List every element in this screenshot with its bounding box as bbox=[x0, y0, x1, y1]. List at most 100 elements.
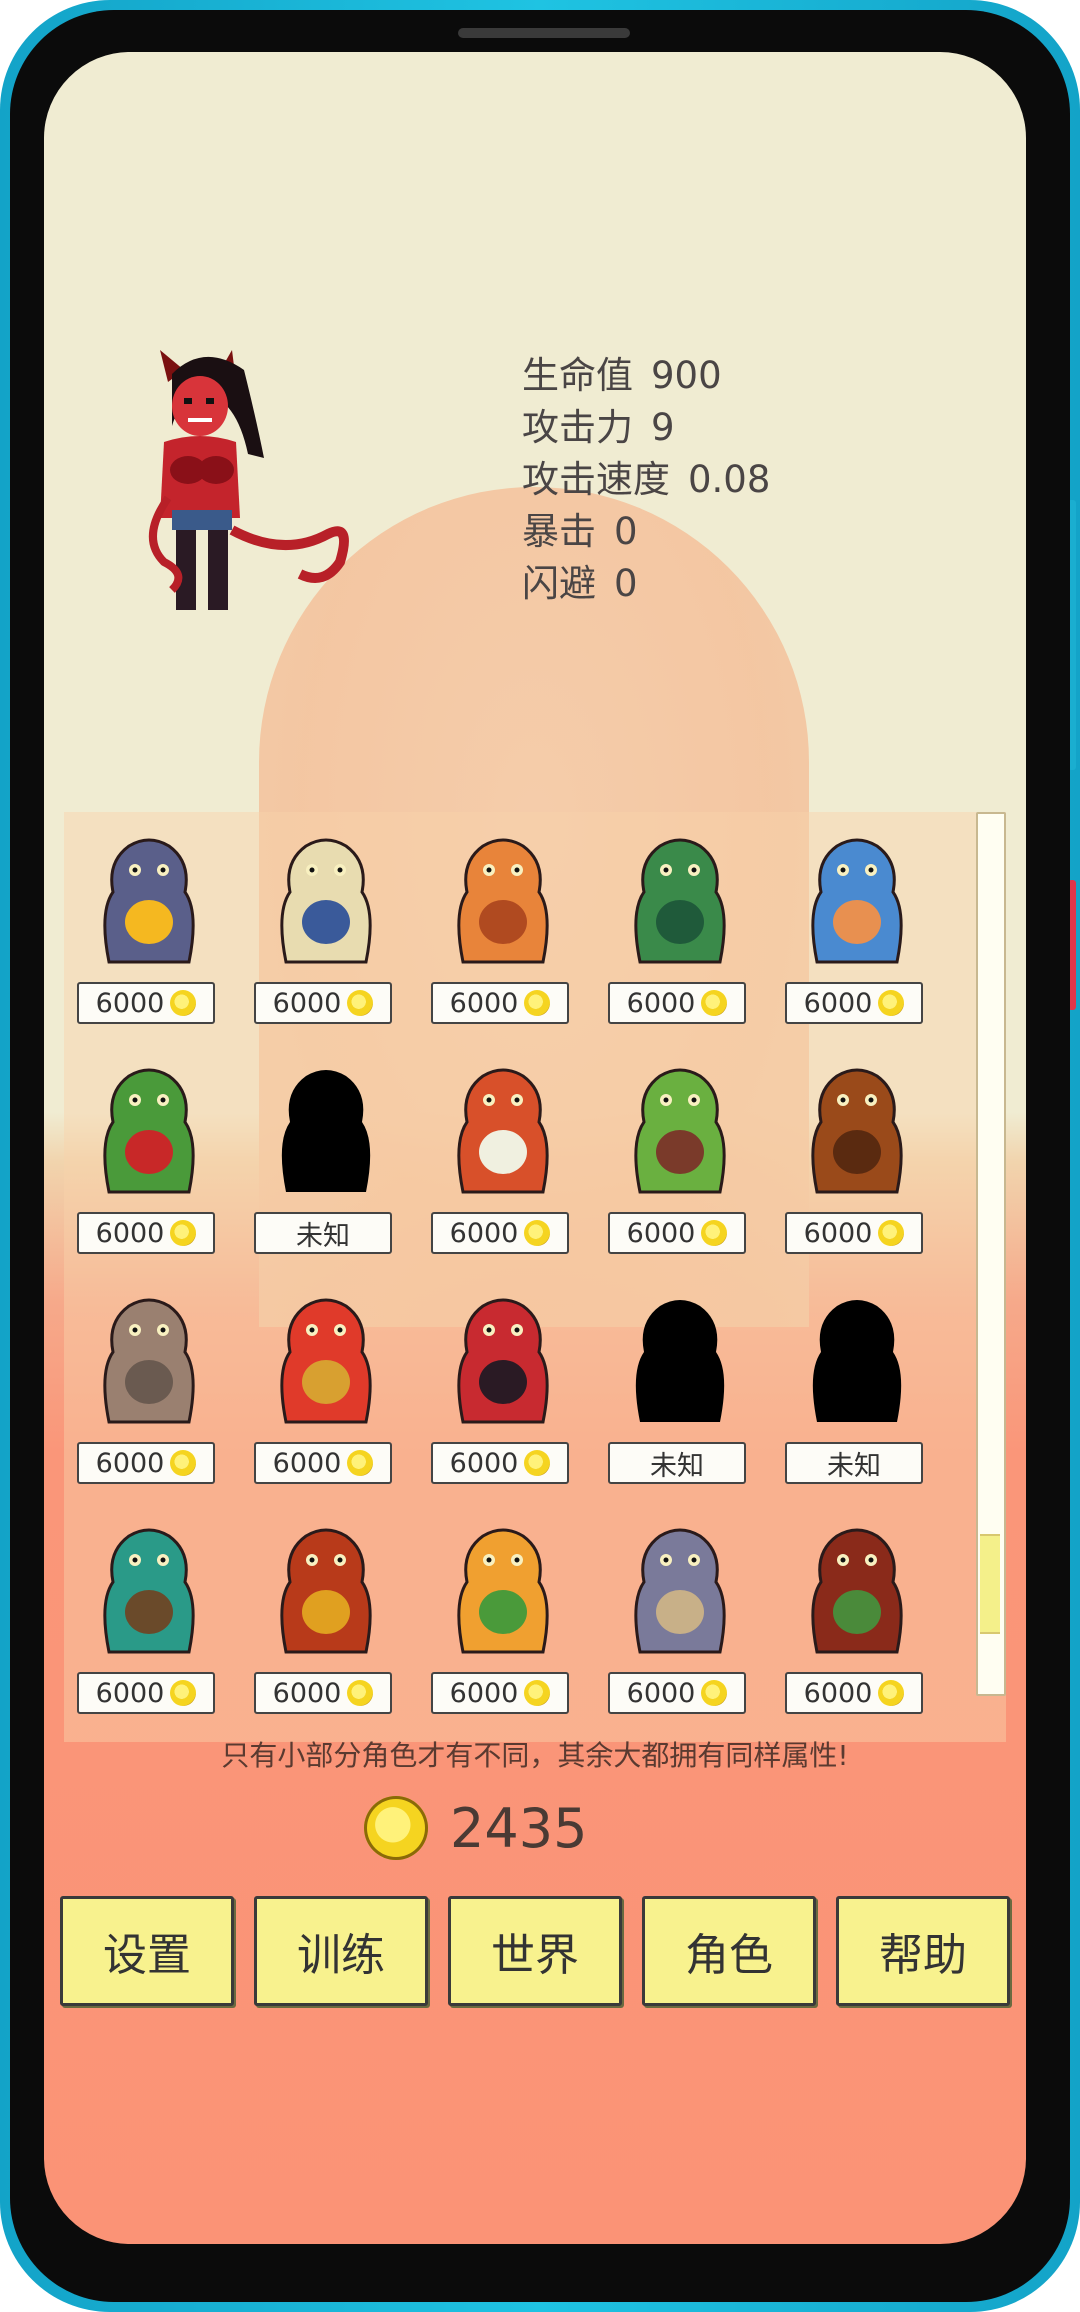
price-tag[interactable]: 6000 bbox=[254, 982, 392, 1024]
character-card[interactable]: 6000 bbox=[428, 1512, 578, 1734]
price-text: 未知 bbox=[296, 1220, 350, 1252]
price-text: 6000 bbox=[803, 987, 873, 1019]
price-tag[interactable]: 未知 bbox=[608, 1442, 746, 1484]
stat-label: 暴击 bbox=[522, 510, 596, 553]
gold-coin-icon bbox=[524, 1220, 551, 1246]
price-tag[interactable]: 6000 bbox=[431, 982, 569, 1024]
character-card[interactable]: 6000 bbox=[428, 1282, 578, 1504]
stat-attack: 攻击力 9 bbox=[522, 402, 942, 454]
gold-coin-icon bbox=[701, 1680, 728, 1706]
character-card[interactable]: 6000 bbox=[605, 1052, 755, 1274]
price-tag[interactable]: 6000 bbox=[77, 1212, 215, 1254]
character-card[interactable]: 6000 bbox=[74, 822, 224, 1044]
stat-hp: 生命值 900 bbox=[522, 350, 942, 402]
red-dragon-sprite bbox=[457, 1068, 549, 1194]
character-card[interactable]: 6000 bbox=[251, 822, 401, 1044]
price-text: 6000 bbox=[95, 1677, 165, 1709]
info-note: 只有小部分角色才有不同，其余大都拥有同样属性! bbox=[221, 1739, 849, 1772]
price-tag[interactable]: 6000 bbox=[77, 982, 215, 1024]
character-button[interactable]: 角色 bbox=[642, 1896, 816, 2006]
gold-amount: 2435 bbox=[450, 1796, 588, 1860]
rock-golem-sprite bbox=[103, 1298, 195, 1424]
price-text: 未知 bbox=[827, 1450, 881, 1482]
character-card[interactable]: 6000 bbox=[782, 1052, 932, 1274]
price-tag[interactable]: 6000 bbox=[785, 982, 923, 1024]
succubus-hero-sprite bbox=[148, 350, 349, 610]
gold-coin-icon bbox=[524, 990, 551, 1016]
character-card[interactable]: 未知 bbox=[782, 1282, 932, 1504]
gold-display: 2435 bbox=[364, 1792, 587, 1864]
character-card[interactable]: 未知 bbox=[605, 1282, 755, 1504]
stat-value: 0 bbox=[614, 562, 638, 605]
price-tag[interactable]: 6000 bbox=[254, 1442, 392, 1484]
price-tag[interactable]: 未知 bbox=[785, 1442, 923, 1484]
gold-coin-icon bbox=[524, 1680, 551, 1706]
training-button[interactable]: 训练 bbox=[254, 1896, 428, 2006]
price-tag[interactable]: 6000 bbox=[431, 1672, 569, 1714]
price-tag[interactable]: 6000 bbox=[254, 1672, 392, 1714]
price-tag[interactable]: 6000 bbox=[431, 1212, 569, 1254]
stat-label: 攻击速度 bbox=[522, 458, 670, 501]
price-text: 6000 bbox=[95, 1447, 165, 1479]
character-card[interactable]: 6000 bbox=[605, 1512, 755, 1734]
minotaur-sprite bbox=[811, 1068, 903, 1194]
world-button[interactable]: 世界 bbox=[448, 1896, 622, 2006]
gold-coin-icon bbox=[878, 1680, 905, 1706]
eye-octopus-sprite bbox=[103, 838, 195, 964]
price-text: 6000 bbox=[803, 1217, 873, 1249]
character-card[interactable]: 6000 bbox=[251, 1512, 401, 1734]
character-card[interactable]: 6000 bbox=[782, 822, 932, 1044]
price-text: 6000 bbox=[803, 1677, 873, 1709]
stat-attack-speed: 攻击速度 0.08 bbox=[522, 454, 942, 506]
price-tag[interactable]: 6000 bbox=[785, 1212, 923, 1254]
game-screen: 生命值 900 攻击力 9 攻击速度 0.08 暴击 0 闪避 0 6000 6000 600… bbox=[44, 52, 1026, 2244]
price-tag[interactable]: 6000 bbox=[77, 1672, 215, 1714]
price-text: 6000 bbox=[272, 987, 342, 1019]
price-tag[interactable]: 6000 bbox=[77, 1442, 215, 1484]
character-card[interactable]: 6000 bbox=[74, 1282, 224, 1504]
stat-label: 攻击力 bbox=[522, 406, 633, 449]
price-tag[interactable]: 6000 bbox=[431, 1442, 569, 1484]
gold-coin-icon bbox=[878, 990, 905, 1016]
gold-coin-icon bbox=[701, 990, 728, 1016]
goblin-boar-rider-sprite bbox=[634, 1068, 726, 1194]
price-text: 6000 bbox=[449, 1677, 519, 1709]
gold-coin-icon bbox=[701, 1220, 728, 1246]
gold-coin-icon bbox=[878, 1220, 905, 1246]
stat-value: 9 bbox=[651, 406, 675, 449]
unknown-silhouette bbox=[635, 1300, 725, 1422]
stat-value: 900 bbox=[651, 354, 722, 397]
gold-coin-icon bbox=[170, 1220, 197, 1246]
price-tag[interactable]: 6000 bbox=[608, 1212, 746, 1254]
grid-scrollbar[interactable] bbox=[976, 812, 1006, 1696]
character-card[interactable]: 6000 bbox=[74, 1512, 224, 1734]
gold-coin-icon bbox=[170, 990, 197, 1016]
character-card[interactable]: 未知 bbox=[251, 1052, 401, 1274]
price-tag[interactable]: 6000 bbox=[785, 1672, 923, 1714]
character-card[interactable]: 6000 bbox=[605, 822, 755, 1044]
grey-beast-sprite bbox=[634, 1528, 726, 1654]
price-text: 6000 bbox=[449, 987, 519, 1019]
price-tag[interactable]: 未知 bbox=[254, 1212, 392, 1254]
chimera-sprite bbox=[457, 1528, 549, 1654]
price-tag[interactable]: 6000 bbox=[608, 1672, 746, 1714]
settings-button[interactable]: 设置 bbox=[60, 1896, 234, 2006]
character-card[interactable]: 6000 bbox=[428, 822, 578, 1044]
gold-coin-icon bbox=[170, 1680, 197, 1706]
price-text: 6000 bbox=[449, 1447, 519, 1479]
character-card[interactable]: 6000 bbox=[74, 1052, 224, 1274]
price-tag[interactable]: 6000 bbox=[608, 982, 746, 1024]
character-grid[interactable]: 6000 6000 6000 6000 6000 6000 未知 6000 6000 6000 60… bbox=[64, 812, 1006, 1742]
bottom-menu: 设置 训练 世界 角色 帮助 bbox=[60, 1896, 1010, 2010]
stat-value: 0 bbox=[614, 510, 638, 553]
price-text: 6000 bbox=[626, 1677, 696, 1709]
scrollbar-thumb[interactable] bbox=[980, 1534, 1000, 1634]
character-card[interactable]: 6000 bbox=[428, 1052, 578, 1274]
help-button[interactable]: 帮助 bbox=[836, 1896, 1010, 2006]
character-card[interactable]: 6000 bbox=[251, 1282, 401, 1504]
gold-coin-icon bbox=[347, 1680, 374, 1706]
price-text: 6000 bbox=[272, 1677, 342, 1709]
succubus-sprite bbox=[457, 1298, 549, 1424]
price-text: 未知 bbox=[650, 1450, 704, 1482]
character-card[interactable]: 6000 bbox=[782, 1512, 932, 1734]
